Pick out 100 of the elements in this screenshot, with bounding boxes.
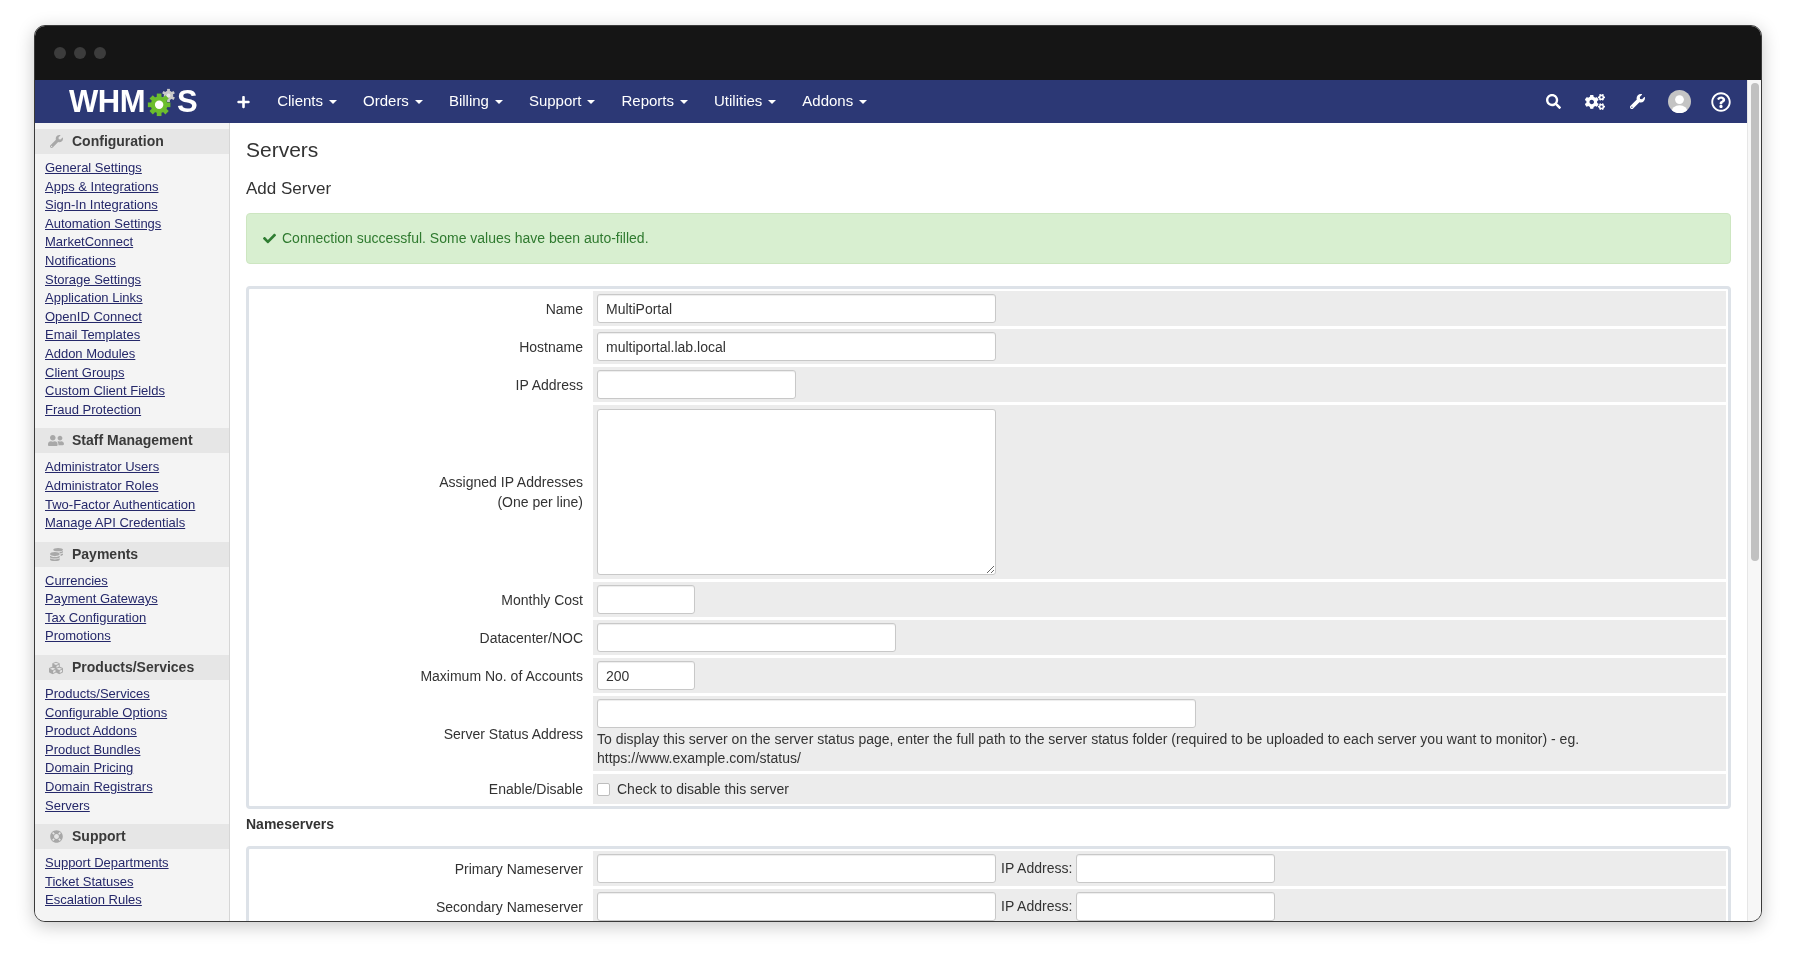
help-text: To display this server on the server status page, enter the full path to the server status folder (required to be uploaded to each server you want to monitor) - eg. https://www.example.com/status/ [597, 730, 1581, 768]
sidebar-link[interactable]: Two-Factor Authentication [45, 495, 196, 515]
sidebar-link[interactable]: Escalation Rules [45, 891, 142, 910]
sidebar-link[interactable]: Tax Configuration [45, 608, 147, 628]
gear-icon [146, 86, 176, 117]
users-icon [48, 434, 64, 448]
sidebar-link[interactable]: Promotions [45, 627, 111, 647]
sidebar-link[interactable]: Apps & Integrations [45, 177, 159, 197]
sidebar-link[interactable]: Application Links [45, 289, 143, 308]
caret-icon [587, 99, 596, 104]
checkbox[interactable] [597, 782, 610, 796]
checkbox-label: Check to disable this server [617, 781, 789, 797]
sidebar-link[interactable]: Storage Settings [45, 270, 142, 290]
sidebar-link[interactable]: Sign-In Integrations [45, 196, 158, 215]
scrollbar-thumb[interactable] [1750, 83, 1759, 561]
caret-icon [329, 99, 338, 104]
help-icon[interactable] [1711, 91, 1731, 112]
wrench-icon[interactable] [1629, 94, 1645, 109]
caret-icon [494, 99, 503, 104]
sidebar-link[interactable]: Products/Services [45, 685, 150, 704]
sidebar-link[interactable]: Notifications [45, 251, 116, 271]
field-label: Secondary Nameserver [435, 897, 583, 917]
sidebar-section-title: Configuration [72, 132, 164, 151]
search-icon[interactable] [1545, 94, 1561, 109]
sidebar-link[interactable]: Email Templates [45, 326, 141, 345]
sidebar-section-title: Support [72, 827, 126, 847]
cubes-icon [49, 660, 63, 675]
nav-menu-button[interactable]: Support [515, 80, 609, 123]
sidebar-link[interactable]: Custom Client Fields [45, 382, 165, 401]
caret-icon [414, 99, 423, 104]
field-label: Server Status Address [443, 724, 583, 744]
check-icon [263, 232, 276, 245]
input-field[interactable] [1076, 892, 1276, 921]
sidebar-link[interactable]: Currencies [45, 571, 108, 591]
sidebar-link[interactable]: Domain Pricing [45, 759, 134, 779]
nav-menu-button[interactable]: Orders [350, 80, 436, 123]
nav-menu-button[interactable]: Utilities [701, 80, 790, 123]
input-field[interactable]: multiportal.lab.local [597, 332, 996, 361]
plus-icon [237, 94, 251, 109]
sidebar-link[interactable]: Administrator Roles [45, 476, 159, 496]
field-label: Primary Nameserver [454, 859, 583, 879]
field-label: IP Address: [1001, 897, 1073, 916]
sidebar-link[interactable]: OpenID Connect [45, 307, 142, 327]
field-label: Hostname [519, 337, 583, 357]
input-field[interactable] [597, 699, 1196, 728]
sidebar-link[interactable]: Fraud Protection [45, 400, 142, 420]
caret-icon [859, 99, 868, 104]
sidebar-link[interactable]: Administrator Users [45, 458, 160, 477]
sidebar-link[interactable]: Ticket Statuses [45, 872, 134, 892]
sidebar-link[interactable]: Payment Gateways [45, 590, 158, 609]
input-field[interactable] [597, 623, 896, 652]
section-heading: Nameservers [246, 815, 334, 834]
input-field[interactable] [597, 585, 695, 614]
sidebar-link[interactable]: Manage API Credentials [45, 514, 186, 533]
sidebar-link[interactable]: Configurable Options [45, 703, 168, 723]
sidebar-section-title: Products/Services [72, 658, 195, 678]
sidebar-link[interactable]: Addon Modules [45, 344, 136, 364]
sidebar-link[interactable]: Automation Settings [45, 214, 162, 234]
input-field[interactable] [597, 370, 796, 399]
sidebar-link[interactable]: General Settings [45, 159, 142, 178]
field-label: Assigned IP Addresses [439, 473, 583, 492]
wrench-icon [49, 135, 63, 148]
field-label: Datacenter/NOC [479, 628, 583, 648]
field-label: Monthly Cost [501, 590, 583, 610]
sidebar-link[interactable]: Product Bundles [45, 740, 141, 760]
page-title: Servers [246, 137, 319, 163]
avatar-icon[interactable] [1667, 90, 1691, 113]
sidebar-link[interactable]: Product Addons [45, 722, 137, 741]
nav-menu-button[interactable]: Reports [608, 80, 701, 123]
sidebar-link[interactable]: Client Groups [45, 363, 125, 383]
page-subtitle: Add Server [246, 178, 332, 200]
sidebar-link[interactable]: Servers [45, 796, 90, 816]
window-control-icon[interactable] [94, 47, 106, 59]
field-label: Enable/Disable [488, 780, 583, 799]
input-field[interactable] [597, 892, 996, 921]
field-label: IP Address: [1001, 859, 1073, 878]
window-control-icon[interactable] [54, 47, 66, 59]
sidebar-link[interactable]: Domain Registrars [45, 778, 153, 797]
nav-menu-button[interactable]: Clients [264, 80, 351, 123]
field-label: Name [545, 299, 583, 319]
sidebar-section-title: Payments [72, 544, 139, 564]
input-field[interactable] [1076, 854, 1276, 883]
caret-icon [680, 99, 688, 104]
logo[interactable]: WHM S [69, 85, 198, 118]
settings-icon[interactable] [1585, 93, 1605, 110]
life-ring-icon [49, 830, 63, 844]
coins-icon [49, 547, 63, 561]
nav-menu-button[interactable]: Billing [435, 80, 516, 123]
sidebar-link[interactable]: Support Departments [45, 854, 169, 873]
textarea-field[interactable] [597, 409, 996, 575]
input-field[interactable] [597, 854, 996, 883]
field-label: IP Address [515, 375, 583, 395]
caret-icon [768, 99, 777, 104]
sidebar-section-title: Staff Management [72, 431, 193, 451]
window-control-icon[interactable] [74, 47, 86, 59]
input-field[interactable]: 200 [597, 661, 695, 690]
input-field[interactable]: MultiPortal [597, 294, 996, 323]
field-label: (One per line) [497, 493, 583, 512]
nav-menu-button[interactable]: Addons [789, 80, 881, 123]
sidebar-link[interactable]: MarketConnect [45, 233, 134, 252]
